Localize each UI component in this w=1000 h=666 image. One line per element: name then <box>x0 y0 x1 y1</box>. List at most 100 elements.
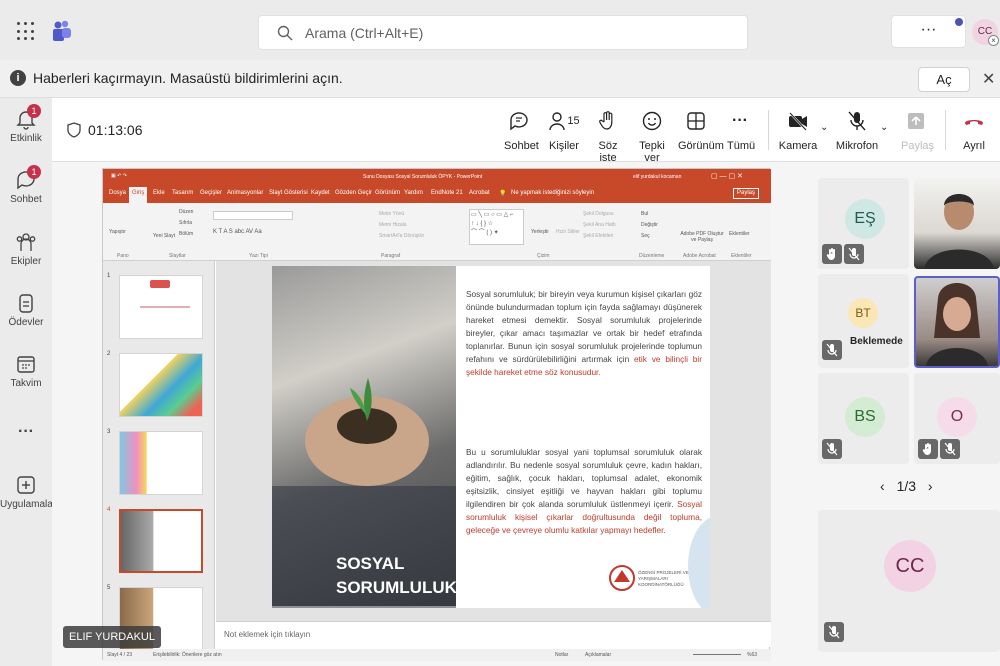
tab-acrobat[interactable]: Acrobat <box>469 190 490 196</box>
more-actions-button[interactable]: ··· Tümü <box>727 108 755 152</box>
layout-button[interactable]: Düzen <box>179 209 193 215</box>
tab-transitions[interactable]: Geçişler <box>200 190 222 196</box>
shape-effects-button[interactable]: Şekil Efektleri <box>583 233 613 239</box>
reset-button[interactable]: Sıfırla <box>179 220 192 226</box>
coordinator-logo-text: ÖZENGİ PROJELERİ VE YARIŞMALARI KOORDİNA… <box>638 570 689 587</box>
participant-video-tile[interactable] <box>914 178 1000 269</box>
rail-label-assignments: Ödevler <box>8 317 44 328</box>
tab-view[interactable]: Görünüm <box>375 190 400 196</box>
slide-thumbnail[interactable] <box>119 431 203 495</box>
participant-video-tile-active[interactable] <box>914 276 1000 368</box>
shape-outline-button[interactable]: Şekil Ana Hattı <box>583 222 616 228</box>
share-button[interactable]: Paylaş <box>901 108 934 152</box>
mic-button[interactable]: Mikrofon <box>835 108 879 152</box>
participant-tile[interactable]: BS <box>818 373 909 464</box>
paste-button[interactable]: Yapıştır <box>109 229 126 235</box>
tab-review[interactable]: Gözden Geçir <box>335 190 372 196</box>
window-controls-icon[interactable]: ▢ — ▢ ✕ <box>711 172 743 180</box>
teams-logo-icon[interactable] <box>52 20 72 42</box>
addins-button[interactable]: Eklentiler <box>729 231 750 237</box>
rail-item-apps[interactable]: Uygulamalar <box>0 474 56 510</box>
rail-item-teams[interactable]: Ekipler <box>0 231 52 267</box>
group-paragraph: Paragraf <box>381 253 401 259</box>
camera-options-chevron-icon[interactable]: ⌄ <box>820 122 828 133</box>
camera-off-icon <box>789 112 807 131</box>
convert-smartart-button[interactable]: SmartArt'a Dönüştür <box>379 233 424 239</box>
rail-item-chat[interactable]: 1 Sohbet <box>0 165 52 205</box>
notes-pane[interactable]: Not eklemek için tıklayın <box>216 621 771 647</box>
font-name-dropdown[interactable] <box>213 211 293 220</box>
app-launcher-icon[interactable] <box>17 22 37 42</box>
participant-pager: ‹ 1/3 › <box>880 478 933 494</box>
shape-fill-button[interactable]: Şekil Dolgusu <box>583 211 614 217</box>
tab-design[interactable]: Tasarım <box>172 190 193 196</box>
arrange-button[interactable]: Yerleştir <box>531 229 549 235</box>
tab-endnote[interactable]: EndNote 21 <box>431 190 463 196</box>
quick-styles-button[interactable]: Hızlı Stiller <box>556 229 580 235</box>
page-indicator: 1/3 <box>896 478 917 494</box>
self-view-tile[interactable]: CC <box>818 510 1000 652</box>
participant-tile[interactable]: BT Beklemede <box>818 274 909 368</box>
shapes-gallery[interactable]: ▭ ╲ ▭ ○ ▭ △ ⌐ ↑ ↓ { } ☆ ⌒ ⌒ ( ) ✦ <box>469 209 524 245</box>
rail-item-activity[interactable]: 1 Etkinlik <box>0 104 52 144</box>
new-slide-button[interactable]: Yeni Slayt <box>153 233 175 239</box>
comments-toggle[interactable]: Açıklamalar <box>585 652 611 658</box>
camera-button[interactable]: Kamera <box>778 108 818 152</box>
select-button[interactable]: Seç <box>641 233 650 239</box>
replace-button[interactable]: Değiştir <box>641 222 658 228</box>
hands-holding-plant-photo: SOSYAL SORUMLULUK? <box>272 266 467 608</box>
rail-item-assignments[interactable]: Ödevler <box>0 292 52 328</box>
rail-item-more[interactable]: ··· <box>0 420 52 441</box>
section-button[interactable]: Bölüm <box>179 231 193 237</box>
close-notification-button[interactable]: ✕ <box>982 69 995 89</box>
slide-thumbnail[interactable] <box>119 353 203 417</box>
react-button[interactable]: Tepki ver <box>635 108 669 164</box>
more-options-button[interactable]: ··· <box>891 15 966 48</box>
adobe-pdf-button[interactable]: Adobe PDF Oluştur ve Paylaş <box>679 231 725 243</box>
accessibility-status[interactable]: Erişilebilirlik: Önerilere göz atın <box>153 652 222 658</box>
hand-icon <box>599 111 613 130</box>
notes-toggle[interactable]: Notlar <box>555 652 568 658</box>
tell-me-search[interactable]: Ne yapmak istediğinizi söyleyin <box>511 190 594 196</box>
thumb-number: 5 <box>107 585 111 591</box>
view-button[interactable]: Görünüm <box>678 108 724 152</box>
account-name: elif yurdakul kocaman <box>633 174 682 180</box>
share-document-button[interactable]: Paylaş <box>733 188 760 199</box>
tab-animations[interactable]: Animasyonlar <box>227 190 263 196</box>
group-adobe: Adobe Acrobat <box>683 253 716 259</box>
thumb-number: 3 <box>107 429 111 435</box>
slide-paragraph-1: Sosyal sorumluluk; bir bireyin veya kuru… <box>466 288 702 379</box>
tab-slideshow[interactable]: Slayt Gösterisi <box>269 190 308 196</box>
group-addins: Eklentiler <box>731 253 752 259</box>
slide-thumbnail-selected[interactable] <box>119 509 203 573</box>
tab-file[interactable]: Dosya <box>109 190 126 196</box>
align-text-button[interactable]: Metni Hizala <box>379 222 407 228</box>
profile-avatar[interactable]: CC × <box>972 19 999 46</box>
prev-page-chevron-icon[interactable]: ‹ <box>880 478 885 494</box>
leave-button[interactable]: Ayrıl <box>958 108 990 152</box>
people-button[interactable]: 15 Kişiler <box>547 108 581 152</box>
find-button[interactable]: Bul <box>641 211 648 217</box>
zoom-slider[interactable] <box>693 654 741 655</box>
search-box[interactable]: Arama (Ctrl+Alt+E) <box>258 15 748 50</box>
participant-avatar: BS <box>845 397 885 437</box>
slide-counter: Slayt 4 / 23 <box>107 652 133 658</box>
enable-notifications-button[interactable]: Aç <box>918 67 970 92</box>
tab-home[interactable]: Giriş <box>129 187 148 203</box>
rail-item-calendar[interactable]: Takvim <box>0 353 52 389</box>
text-direction-button[interactable]: Metin Yönü <box>379 211 404 217</box>
mic-options-chevron-icon[interactable]: ⌄ <box>880 122 888 133</box>
zoom-level[interactable]: %63 <box>747 652 757 658</box>
participant-tile[interactable]: O <box>914 373 1000 464</box>
raise-hand-button[interactable]: Söz iste <box>592 108 624 164</box>
teams-icon <box>16 233 36 251</box>
slide-thumbnail[interactable] <box>119 275 203 339</box>
tab-record[interactable]: Kaydet <box>311 190 330 196</box>
next-page-chevron-icon[interactable]: › <box>928 478 933 494</box>
current-slide[interactable]: SOSYAL SORUMLULUK? Sosyal sorumluluk; bi… <box>272 266 710 608</box>
font-format-icons[interactable]: K T A S abc AV Aa <box>213 229 262 235</box>
tab-help[interactable]: Yardım <box>404 190 423 196</box>
tab-insert[interactable]: Ekle <box>153 190 165 196</box>
chat-button[interactable]: Sohbet <box>504 108 539 152</box>
participant-tile[interactable]: EŞ <box>818 178 909 269</box>
